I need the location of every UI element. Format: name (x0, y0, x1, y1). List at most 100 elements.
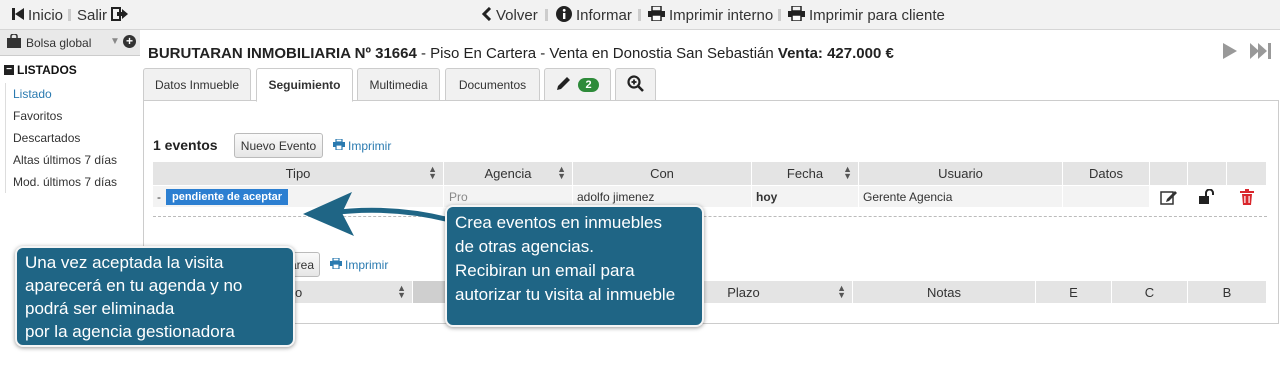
listados-label: LISTADOS (17, 63, 77, 77)
sidebar-item-listado[interactable]: Listado (13, 87, 52, 101)
tab-datos-inmueble[interactable]: Datos Inmueble (143, 68, 251, 101)
column-label: Con (650, 166, 674, 181)
cell-usuario: Gerente Agencia (859, 186, 1063, 207)
column-header-lock (1188, 162, 1227, 185)
salir-label: Salir (77, 6, 108, 24)
column-label: Agencia (484, 166, 532, 181)
property-description: - Piso En Cartera - Venta en Donostia Sa… (416, 45, 778, 62)
sort-icon: ▲ ▼ (397, 283, 406, 300)
volver-button[interactable]: Volver (481, 5, 538, 25)
last-page-icon[interactable] (1250, 42, 1272, 65)
sidebar: Bolsa global ▼ + − LISTADOS Listado Favo… (0, 30, 140, 200)
print-label: Imprimir (345, 258, 389, 272)
print-icon (333, 138, 345, 153)
callout-crea-eventos: Crea eventos en inmuebles de otras agenc… (445, 205, 704, 327)
task-column-header-c[interactable]: C (1112, 281, 1188, 303)
first-page-icon (12, 7, 24, 24)
column-label: Plazo (727, 284, 760, 300)
tab-seguimiento[interactable]: Seguimiento (256, 68, 353, 102)
column-label: Notas (927, 284, 961, 300)
task-column-header-b[interactable]: B (1188, 281, 1267, 303)
task-column-header-notas[interactable]: Notas (853, 281, 1036, 303)
column-header-datos[interactable]: Datos (1063, 162, 1150, 185)
column-label: E (1069, 284, 1078, 300)
bolsa-global-selector[interactable]: Bolsa global ▼ + (0, 30, 140, 56)
property-title: BURUTARAN INMOBILIARIA Nº 31664 - Piso E… (148, 45, 894, 62)
print-icon (648, 5, 665, 24)
unlock-icon[interactable] (1188, 186, 1227, 207)
informar-label: Informar (576, 6, 632, 24)
status-badge: pendiente de aceptar (166, 188, 289, 205)
column-label: C (1144, 284, 1155, 300)
imprimir-cliente-button[interactable]: Imprimir para cliente (788, 5, 945, 25)
salir-button[interactable]: Salir (77, 5, 132, 25)
toolbar-separator (68, 9, 71, 21)
imprimir-interno-label: Imprimir interno (669, 6, 774, 24)
row-dash: - (157, 189, 161, 204)
column-label: o (295, 284, 303, 300)
sidebar-item-altas[interactable]: Altas últimos 7 días (13, 153, 117, 167)
column-header-fecha[interactable]: Fecha ▲ ▼ (752, 162, 859, 185)
trash-icon[interactable] (1227, 186, 1267, 207)
toolbar-separator (545, 9, 548, 21)
sort-icon: ▲ ▼ (557, 164, 566, 181)
listados-section-header[interactable]: − LISTADOS (4, 63, 77, 77)
callout-line: aparecerá en tu agenda y no (25, 276, 243, 295)
imprimir-interno-button[interactable]: Imprimir interno (648, 5, 773, 25)
callout-line: Crea eventos en inmuebles (455, 213, 662, 232)
tab-label: Datos Inmueble (154, 77, 240, 92)
tab-label: Seguimiento (268, 78, 341, 92)
chevron-left-icon (481, 6, 492, 24)
tab-notes[interactable]: 2 (544, 68, 611, 101)
cell-agencia: Pro (444, 186, 573, 207)
column-header-agencia[interactable]: Agencia ▲ ▼ (444, 162, 573, 185)
events-print-link[interactable]: Imprimir (333, 138, 392, 153)
nuevo-evento-button[interactable]: Nuevo Evento (234, 133, 323, 158)
sidebar-item-descartados[interactable]: Descartados (13, 131, 80, 145)
volver-label: Volver (496, 6, 538, 24)
tasks-print-link[interactable]: Imprimir (330, 257, 389, 272)
sidebar-item-modificados[interactable]: Mod. últimos 7 días (13, 175, 117, 189)
sort-icon: ▲ ▼ (843, 164, 852, 181)
tab-label: Documentos (458, 77, 527, 92)
property-price: Venta: 427.000 € (777, 45, 894, 62)
callout-line: de otras agencias. (455, 237, 594, 256)
cell-fecha: hoy (752, 186, 859, 207)
tab-search[interactable] (615, 68, 656, 101)
top-toolbar: Inicio Salir Volver Informar Imprimir in… (0, 0, 1280, 30)
caret-down-icon[interactable]: ▼ (110, 36, 120, 47)
cell-con: adolfo jimenez (573, 186, 752, 207)
print-label: Imprimir (348, 139, 392, 153)
print-icon (788, 5, 805, 24)
info-icon (556, 5, 572, 25)
sort-icon: ▲ ▼ (837, 283, 846, 300)
column-header-usuario[interactable]: Usuario (859, 162, 1063, 185)
sign-out-icon (111, 6, 129, 24)
tab-multimedia[interactable]: Multimedia (357, 68, 440, 101)
tab-documentos[interactable]: Documentos (445, 68, 540, 101)
callout-visita-aceptada: Una vez aceptada la visita aparecerá en … (15, 246, 295, 347)
events-count: 1 eventos (153, 137, 218, 153)
inicio-button[interactable]: Inicio (12, 5, 63, 25)
add-circle-icon[interactable]: + (123, 35, 136, 48)
imprimir-cliente-label: Imprimir para cliente (809, 6, 945, 24)
callout-arrow (303, 192, 451, 236)
column-label: Datos (1089, 166, 1123, 181)
edit-icon[interactable] (1150, 186, 1188, 207)
task-column-header-e[interactable]: E (1036, 281, 1112, 303)
column-header-con[interactable]: Con (573, 162, 752, 185)
sidebar-item-favoritos[interactable]: Favoritos (13, 109, 62, 123)
informar-button[interactable]: Informar (556, 5, 632, 25)
next-icon[interactable] (1222, 42, 1238, 65)
toolbar-separator (778, 9, 781, 21)
toolbar-separator (638, 9, 641, 21)
column-label: B (1222, 284, 1232, 300)
agency-name: BURUTARAN INMOBILIARIA Nº 31664 (148, 45, 417, 62)
print-icon (330, 257, 342, 272)
tab-label: Multimedia (369, 77, 428, 92)
callout-line: autorizar tu visita al inmueble (455, 285, 676, 304)
zoom-in-icon (627, 74, 644, 95)
callout-line: podrá ser eliminada (25, 299, 175, 318)
shopping-bag-icon (6, 33, 22, 51)
callout-line: Una vez aceptada la visita (25, 253, 224, 272)
